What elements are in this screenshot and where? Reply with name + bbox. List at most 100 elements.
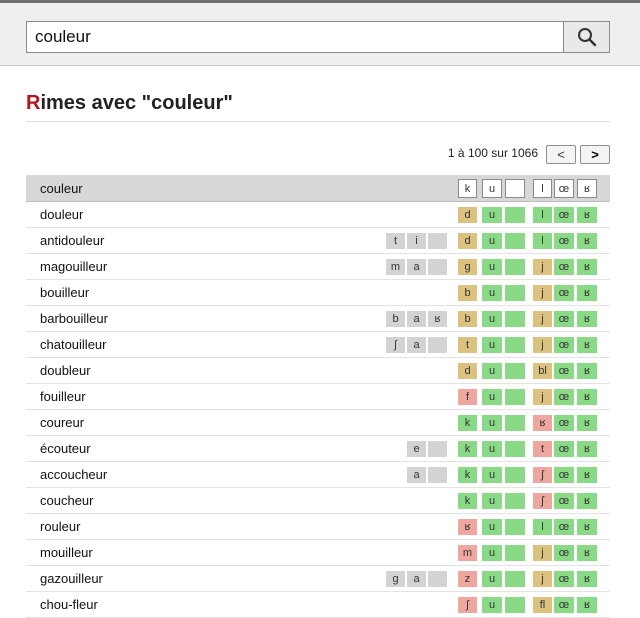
rhyme-word-link[interactable]: chou-fleur bbox=[40, 592, 98, 618]
phoneme-cell: a bbox=[407, 337, 426, 353]
table-row[interactable]: mouilleur m u j œ ʁ bbox=[26, 540, 610, 566]
table-row[interactable]: rouleur ʁ u l œ ʁ bbox=[26, 514, 610, 540]
phoneme-cell: k bbox=[458, 493, 477, 509]
top-bar bbox=[0, 0, 640, 66]
phoneme-cell bbox=[505, 285, 525, 301]
phoneme-cell: k bbox=[458, 415, 477, 431]
page-title-initial: R bbox=[26, 92, 41, 114]
phoneme-cell: j bbox=[533, 285, 552, 301]
phoneme-cell: ʃ bbox=[533, 467, 552, 483]
rhyme-word-link[interactable]: gazouilleur bbox=[40, 566, 103, 592]
phoneme-cell bbox=[505, 493, 525, 509]
query-word: couleur bbox=[40, 181, 83, 196]
phoneme-cell: ʁ bbox=[577, 545, 597, 561]
phoneme-cell: fl bbox=[533, 597, 552, 613]
rhyme-word-link[interactable]: bouilleur bbox=[40, 280, 89, 306]
rhyme-word-link[interactable]: coureur bbox=[40, 410, 84, 436]
table-row[interactable]: coureur k u ʁ œ ʁ bbox=[26, 410, 610, 436]
rhyme-word-link[interactable]: chatouilleur bbox=[40, 332, 107, 358]
phoneme-cell: j bbox=[533, 571, 552, 587]
phoneme-cell: œ bbox=[554, 285, 574, 301]
phoneme-cell bbox=[428, 571, 447, 587]
phoneme-cell: l bbox=[533, 179, 552, 198]
table-row[interactable]: chou-fleur ʃ u fl œ ʁ bbox=[26, 592, 610, 618]
phoneme-cell: u bbox=[482, 233, 502, 249]
phoneme-cell bbox=[505, 259, 525, 275]
table-row[interactable]: gazouilleur g a z u j œ ʁ bbox=[26, 566, 610, 592]
phoneme-cell: l bbox=[533, 233, 552, 249]
phoneme-cell: a bbox=[407, 311, 426, 327]
rhyme-word-link[interactable]: antidouleur bbox=[40, 228, 104, 254]
page-title-text: imes avec "couleur" bbox=[40, 92, 233, 114]
phoneme-cell: ʁ bbox=[577, 337, 597, 353]
next-page-button[interactable]: > bbox=[580, 145, 610, 164]
phoneme-cell bbox=[505, 337, 525, 353]
phoneme-cell: u bbox=[482, 311, 502, 327]
phoneme-cell bbox=[505, 597, 525, 613]
phoneme-cell: ʁ bbox=[577, 363, 597, 379]
table-row[interactable]: écouteur e k u t œ ʁ bbox=[26, 436, 610, 462]
rhyme-word-link[interactable]: écouteur bbox=[40, 436, 91, 462]
phoneme-cell: œ bbox=[554, 493, 574, 509]
rhyme-word-link[interactable]: douleur bbox=[40, 202, 83, 228]
phoneme-cell: d bbox=[458, 207, 477, 223]
rhyme-word-link[interactable]: accoucheur bbox=[40, 462, 107, 488]
phoneme-cell bbox=[505, 363, 525, 379]
phoneme-cell: t bbox=[533, 441, 552, 457]
phoneme-cell: j bbox=[533, 337, 552, 353]
search-icon bbox=[577, 28, 596, 47]
phoneme-cell: t bbox=[386, 233, 405, 249]
page-title: Rimes avec "couleur" bbox=[26, 92, 233, 115]
phoneme-cell: u bbox=[482, 493, 502, 509]
phoneme-cell: œ bbox=[554, 597, 574, 613]
phoneme-cell bbox=[428, 467, 447, 483]
phoneme-cell: ʁ bbox=[577, 179, 597, 198]
table-row[interactable]: barbouilleur b a ʁ b u j œ ʁ bbox=[26, 306, 610, 332]
phoneme-cell: œ bbox=[554, 389, 574, 405]
table-row[interactable]: coucheur k u ʃ œ ʁ bbox=[26, 488, 610, 514]
table-row[interactable]: bouilleur b u j œ ʁ bbox=[26, 280, 610, 306]
phoneme-cell: ʁ bbox=[577, 467, 597, 483]
table-row[interactable]: douleur d u l œ ʁ bbox=[26, 202, 610, 228]
phoneme-cell: l bbox=[533, 207, 552, 223]
table-row[interactable]: antidouleur t i d u l œ ʁ bbox=[26, 228, 610, 254]
rhyme-word-link[interactable]: fouilleur bbox=[40, 384, 86, 410]
phoneme-cell: u bbox=[482, 285, 502, 301]
table-row[interactable]: accoucheur a k u ʃ œ ʁ bbox=[26, 462, 610, 488]
search-input[interactable] bbox=[27, 22, 563, 52]
rhyme-word-link[interactable]: rouleur bbox=[40, 514, 80, 540]
phoneme-cell: a bbox=[407, 467, 426, 483]
table-row[interactable]: chatouilleur ʃ a t u j œ ʁ bbox=[26, 332, 610, 358]
phoneme-cell: œ bbox=[554, 259, 574, 275]
search-button[interactable] bbox=[563, 22, 609, 52]
table-row[interactable]: magouilleur m a g u j œ ʁ bbox=[26, 254, 610, 280]
phoneme-cell: ʁ bbox=[577, 441, 597, 457]
phoneme-cell: ʁ bbox=[577, 597, 597, 613]
phoneme-cell: m bbox=[458, 545, 477, 561]
phoneme-cell: j bbox=[533, 389, 552, 405]
phoneme-cell: u bbox=[482, 415, 502, 431]
phoneme-cell: u bbox=[482, 389, 502, 405]
previous-page-button[interactable]: < bbox=[546, 145, 576, 164]
query-row: couleur k u l œ ʁ bbox=[26, 175, 610, 202]
phoneme-cell bbox=[505, 179, 525, 198]
phoneme-cell: u bbox=[482, 363, 502, 379]
rhyme-word-link[interactable]: barbouilleur bbox=[40, 306, 108, 332]
table-row[interactable]: doubleur d u bl œ ʁ bbox=[26, 358, 610, 384]
phoneme-cell: œ bbox=[554, 363, 574, 379]
rhyme-word-link[interactable]: magouilleur bbox=[40, 254, 107, 280]
phoneme-cell: ʁ bbox=[577, 259, 597, 275]
table-row[interactable]: fouilleur f u j œ ʁ bbox=[26, 384, 610, 410]
phoneme-cell: b bbox=[386, 311, 405, 327]
phoneme-cell: g bbox=[386, 571, 405, 587]
phoneme-cell: œ bbox=[554, 519, 574, 535]
rhyme-word-link[interactable]: mouilleur bbox=[40, 540, 93, 566]
phoneme-cell: u bbox=[482, 207, 502, 223]
rhyme-word-link[interactable]: coucheur bbox=[40, 488, 93, 514]
search-box bbox=[26, 21, 610, 53]
phoneme-cell: j bbox=[533, 259, 552, 275]
phoneme-cell: e bbox=[407, 441, 426, 457]
phoneme-cell bbox=[428, 233, 447, 249]
phoneme-cell: m bbox=[386, 259, 405, 275]
rhyme-word-link[interactable]: doubleur bbox=[40, 358, 91, 384]
